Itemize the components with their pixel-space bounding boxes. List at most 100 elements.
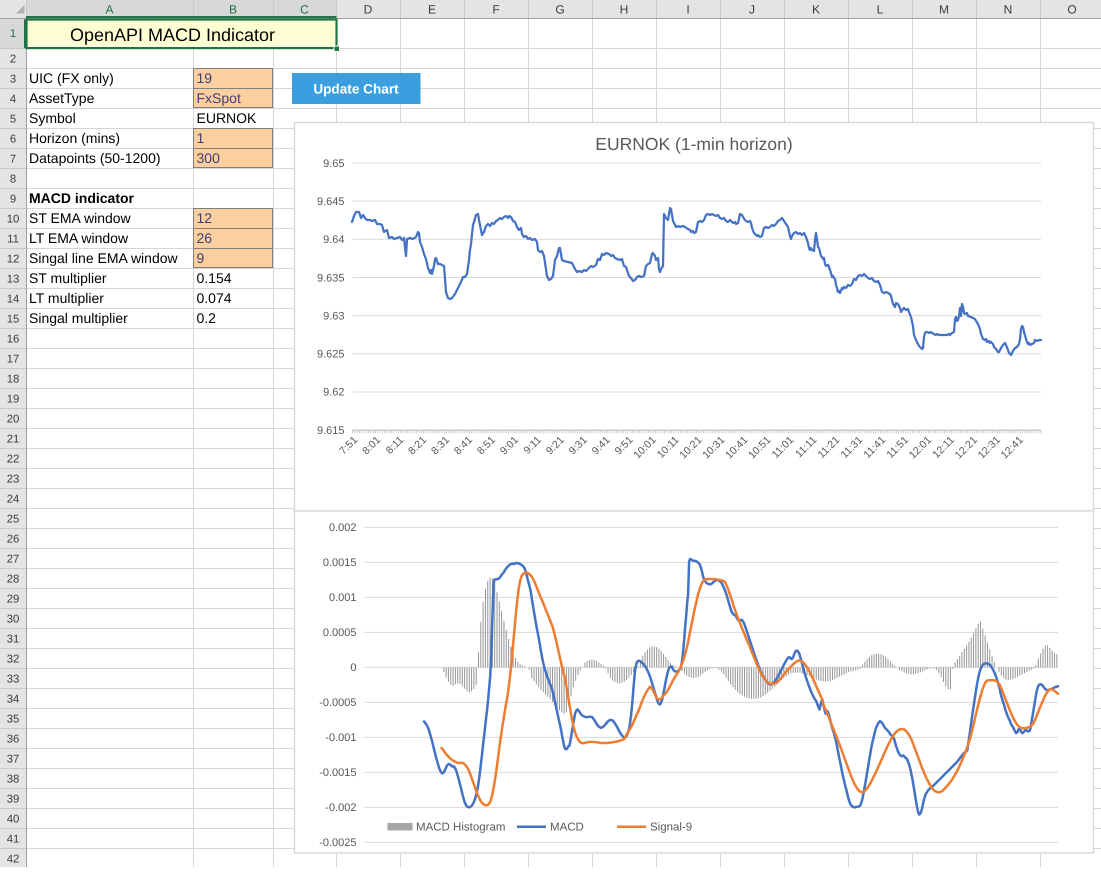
svg-text:9.625: 9.625 [317, 349, 345, 361]
svg-text:1: 1 [197, 130, 205, 146]
svg-text:2: 2 [10, 54, 16, 66]
svg-text:MACD Histogram: MACD Histogram [416, 822, 505, 834]
svg-text:0.001: 0.001 [329, 592, 357, 604]
svg-text:EURNOK: EURNOK [197, 110, 258, 126]
svg-text:FxSpot: FxSpot [197, 90, 241, 106]
svg-text:28: 28 [7, 574, 20, 586]
svg-text:19: 19 [197, 70, 213, 86]
svg-text:F: F [492, 3, 499, 17]
svg-text:M: M [939, 3, 949, 17]
svg-text:17: 17 [7, 354, 20, 366]
svg-text:9: 9 [197, 250, 205, 266]
svg-text:12: 12 [197, 210, 213, 226]
svg-text:0.0015: 0.0015 [323, 557, 357, 569]
svg-text:0.074: 0.074 [197, 290, 232, 306]
svg-text:7: 7 [10, 154, 16, 166]
svg-text:Signal-9: Signal-9 [650, 822, 692, 834]
svg-text:300: 300 [197, 150, 221, 166]
svg-text:22: 22 [7, 454, 20, 466]
svg-text:9.635: 9.635 [317, 272, 345, 284]
svg-text:Singal multiplier: Singal multiplier [29, 310, 128, 326]
svg-text:25: 25 [7, 514, 20, 526]
svg-text:UIC (FX only): UIC (FX only) [29, 70, 114, 86]
svg-text:16: 16 [7, 334, 20, 346]
svg-text:9: 9 [10, 194, 16, 206]
svg-text:0.154: 0.154 [197, 270, 232, 286]
svg-text:18: 18 [7, 374, 20, 386]
svg-text:11: 11 [7, 234, 19, 246]
svg-text:Horizon (mins): Horizon (mins) [29, 130, 120, 146]
svg-text:ST multiplier: ST multiplier [29, 270, 107, 286]
svg-text:Singal line EMA window: Singal line EMA window [29, 250, 179, 266]
svg-text:5: 5 [10, 114, 16, 126]
svg-text:Update Chart: Update Chart [313, 82, 399, 97]
svg-text:D: D [364, 3, 373, 17]
svg-text:31: 31 [7, 634, 20, 646]
svg-text:OpenAPI MACD Indicator: OpenAPI MACD Indicator [70, 25, 275, 45]
svg-text:3: 3 [10, 74, 16, 86]
svg-text:26: 26 [197, 230, 213, 246]
svg-text:14: 14 [7, 294, 20, 306]
svg-text:39: 39 [7, 794, 20, 806]
svg-text:38: 38 [7, 774, 20, 786]
svg-text:24: 24 [7, 494, 20, 506]
svg-text:35: 35 [7, 714, 20, 726]
svg-text:-0.0005: -0.0005 [319, 697, 356, 709]
svg-text:ST EMA window: ST EMA window [29, 210, 132, 226]
svg-text:9.64: 9.64 [323, 234, 344, 246]
svg-text:26: 26 [7, 534, 20, 546]
svg-text:LT multiplier: LT multiplier [29, 290, 104, 306]
svg-text:O: O [1067, 3, 1076, 17]
svg-text:34: 34 [7, 694, 20, 706]
svg-text:23: 23 [7, 474, 20, 486]
svg-text:-0.002: -0.002 [325, 802, 356, 814]
svg-text:12: 12 [7, 254, 20, 266]
svg-text:E: E [428, 3, 436, 17]
svg-text:33: 33 [7, 674, 20, 686]
svg-text:13: 13 [7, 274, 20, 286]
svg-text:1: 1 [10, 28, 16, 40]
svg-text:-0.0015: -0.0015 [319, 767, 356, 779]
svg-text:30: 30 [7, 614, 20, 626]
svg-text:10: 10 [7, 214, 20, 226]
svg-text:AssetType: AssetType [29, 90, 95, 106]
svg-text:G: G [555, 3, 564, 17]
svg-text:36: 36 [7, 734, 20, 746]
svg-text:-0.0025: -0.0025 [319, 837, 356, 849]
svg-text:-0.001: -0.001 [325, 732, 356, 744]
svg-text:9.62: 9.62 [323, 387, 344, 399]
svg-text:9.645: 9.645 [317, 196, 345, 208]
svg-text:MACD indicator: MACD indicator [29, 190, 135, 206]
svg-text:N: N [1004, 3, 1013, 17]
svg-text:19: 19 [7, 394, 20, 406]
svg-text:Datapoints (50-1200): Datapoints (50-1200) [29, 150, 161, 166]
svg-text:41: 41 [7, 834, 20, 846]
svg-text:J: J [749, 3, 755, 17]
svg-text:29: 29 [7, 594, 20, 606]
svg-text:B: B [229, 3, 237, 17]
svg-text:40: 40 [7, 814, 20, 826]
svg-text:0.2: 0.2 [197, 310, 217, 326]
svg-text:32: 32 [7, 654, 20, 666]
svg-text:0.0005: 0.0005 [323, 627, 357, 639]
svg-text:42: 42 [7, 854, 20, 866]
svg-text:9.65: 9.65 [323, 158, 344, 170]
svg-text:4: 4 [10, 94, 16, 106]
svg-text:27: 27 [7, 554, 20, 566]
svg-text:I: I [686, 3, 689, 17]
svg-text:H: H [620, 3, 629, 17]
svg-text:EURNOK (1-min horizon): EURNOK (1-min horizon) [595, 134, 792, 154]
svg-text:MACD: MACD [550, 822, 584, 834]
svg-text:15: 15 [7, 314, 20, 326]
svg-text:0: 0 [350, 662, 356, 674]
svg-text:9.63: 9.63 [323, 310, 344, 322]
svg-text:21: 21 [7, 434, 20, 446]
svg-text:C: C [300, 3, 309, 17]
svg-text:A: A [105, 3, 113, 17]
svg-text:0.002: 0.002 [329, 522, 357, 534]
svg-text:L: L [877, 3, 884, 17]
svg-text:K: K [812, 3, 820, 17]
svg-text:9.615: 9.615 [317, 425, 345, 437]
svg-text:LT EMA window: LT EMA window [29, 230, 129, 246]
svg-text:8: 8 [10, 174, 16, 186]
